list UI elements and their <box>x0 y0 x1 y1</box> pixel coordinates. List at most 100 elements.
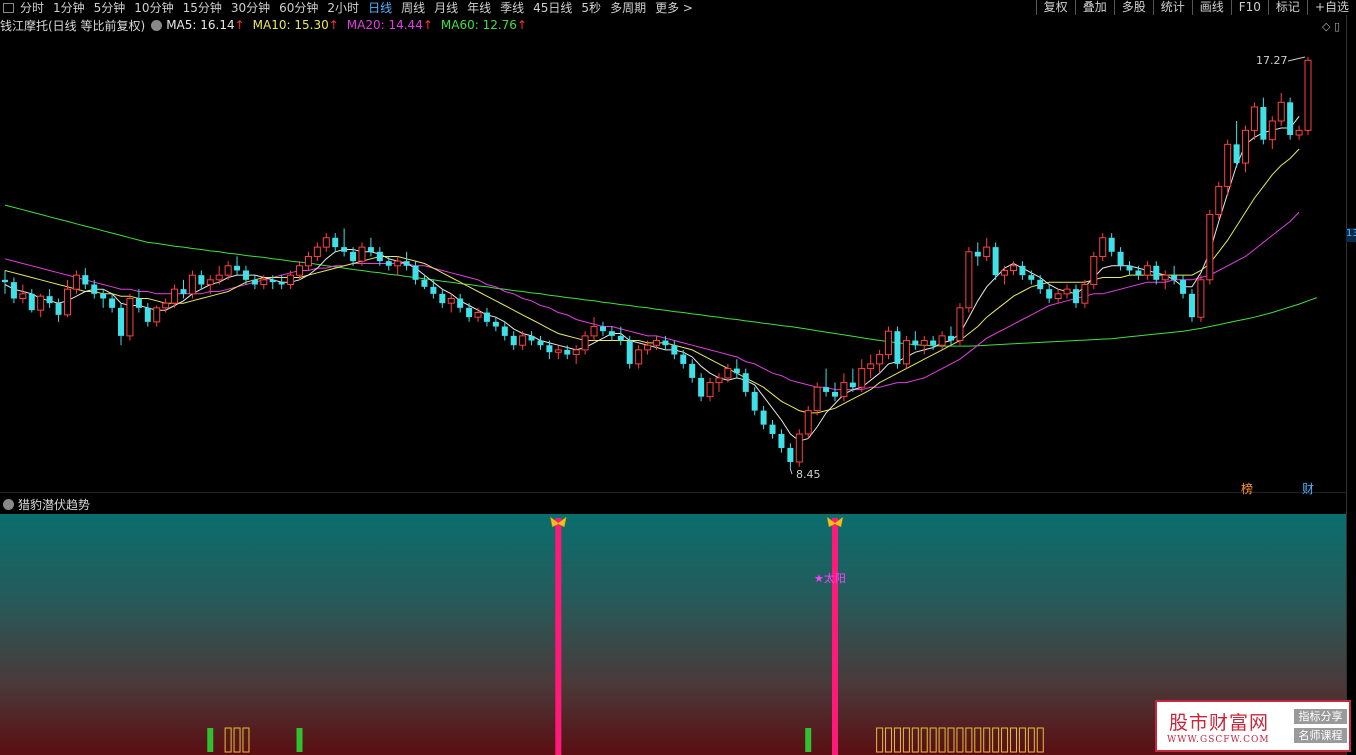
candle-body <box>278 282 285 285</box>
candle-body <box>55 303 62 315</box>
rank-badge[interactable]: 榜 <box>1241 480 1253 497</box>
signal-bar <box>831 518 838 755</box>
toolbar-button-5[interactable]: F10 <box>1230 0 1268 15</box>
candle-body <box>617 335 624 341</box>
candlestick-chart[interactable] <box>0 33 1346 497</box>
tab-period-16[interactable]: 更多 > <box>655 0 693 16</box>
tab-period-2[interactable]: 5分钟 <box>94 0 126 16</box>
candle-body <box>1019 265 1026 276</box>
candle-body <box>849 382 856 388</box>
candle-body <box>46 296 53 304</box>
toolbar-button-4[interactable]: 画线 <box>1191 0 1231 15</box>
candle-body <box>867 363 875 370</box>
tab-period-6[interactable]: 60分钟 <box>279 0 318 16</box>
indicator-panel[interactable]: ★太阳 <box>0 514 1346 755</box>
candle-body <box>885 330 893 356</box>
candle-body <box>840 382 848 398</box>
tab-period-1[interactable]: 1分钟 <box>53 0 85 16</box>
candle-body <box>733 368 740 374</box>
candle-body <box>251 279 258 285</box>
tab-period-5[interactable]: 30分钟 <box>231 0 270 16</box>
window-icon[interactable] <box>3 2 14 13</box>
toolbar-button-1[interactable]: 叠加 <box>1074 0 1114 15</box>
candle-body <box>983 246 991 257</box>
tab-period-4[interactable]: 15分钟 <box>183 0 222 16</box>
toolbar-right-buttons: 复权 叠加 多股 统计 画线 F10 标记 +自选 <box>1035 0 1356 15</box>
toolbar-button-7[interactable]: +自选 <box>1306 0 1356 15</box>
candle-body <box>1233 144 1240 164</box>
tab-period-7[interactable]: 2小时 <box>327 0 359 16</box>
candle-body <box>537 340 544 346</box>
candle-body <box>823 387 830 392</box>
dropdown-circle-icon[interactable] <box>3 498 14 510</box>
candle-body <box>144 307 151 322</box>
tab-period-12[interactable]: 季线 <box>500 0 524 16</box>
candle-body <box>1001 269 1009 276</box>
candle-body <box>1126 265 1133 271</box>
candle-body <box>1099 237 1107 257</box>
candle-body <box>1188 293 1195 318</box>
yellow-box <box>893 727 901 753</box>
candle-body <box>1063 288 1071 295</box>
candle-body <box>1046 289 1053 299</box>
candle-body <box>1295 129 1303 136</box>
watermark-tag-share: 指标分享 <box>1294 709 1347 724</box>
yellow-box <box>911 727 919 753</box>
yellow-box <box>1009 727 1017 753</box>
candle-body <box>1108 237 1115 252</box>
window-toggle-icon[interactable]: ▯ <box>1334 20 1340 33</box>
yellow-box <box>929 727 937 753</box>
diamond-icon[interactable]: ◇ <box>1322 20 1330 33</box>
candle-body <box>1153 265 1160 280</box>
candle-body <box>206 279 214 285</box>
candle-body <box>965 251 973 309</box>
candle-body <box>706 382 714 398</box>
candle-body <box>1090 255 1098 285</box>
yellow-box <box>876 727 884 753</box>
candle-body <box>198 275 205 285</box>
candle-body <box>457 298 464 308</box>
candle-body <box>224 265 232 276</box>
tab-period-11[interactable]: 年线 <box>467 0 491 16</box>
finance-badge[interactable]: 财 <box>1302 480 1314 497</box>
candle-body <box>82 275 89 285</box>
candle-body <box>546 345 553 353</box>
candle-body <box>474 312 482 318</box>
candle-body <box>63 288 71 316</box>
candle-body <box>304 255 312 267</box>
stock-title: 钱江摩托(日线 等比前复权) <box>0 18 146 33</box>
toolbar-button-2[interactable]: 多股 <box>1113 0 1153 15</box>
tab-period-0[interactable]: 分时 <box>20 0 44 16</box>
candle-body <box>1054 293 1062 300</box>
yellow-box <box>920 727 928 753</box>
candle-body <box>1143 265 1151 276</box>
yellow-box <box>956 727 964 753</box>
sub-indicator-header: 猎豹潜伏趋势 <box>0 495 90 513</box>
tab-period-13[interactable]: 45日线 <box>533 0 572 16</box>
candle-body <box>572 349 580 356</box>
tab-period-8[interactable]: 日线 <box>368 0 392 16</box>
tab-period-9[interactable]: 周线 <box>401 0 425 16</box>
toolbar-button-3[interactable]: 统计 <box>1152 0 1192 15</box>
toolbar-button-6[interactable]: 标记 <box>1267 0 1307 15</box>
candle-body <box>1028 275 1035 280</box>
tab-period-10[interactable]: 月线 <box>434 0 458 16</box>
candle-body <box>689 363 696 378</box>
ma-legend-item-2: MA20: 14.44↑ <box>346 18 433 32</box>
candle-body <box>1224 143 1232 187</box>
kline-svg[interactable] <box>0 33 1346 494</box>
tab-period-3[interactable]: 10分钟 <box>134 0 173 16</box>
candle-body <box>1206 213 1214 281</box>
candle-body <box>126 298 134 337</box>
candle-body <box>948 335 955 341</box>
toolbar-button-0[interactable]: 复权 <box>1035 0 1075 15</box>
tab-period-14[interactable]: 5秒 <box>581 0 601 16</box>
candle-body <box>1242 129 1250 164</box>
candle-body <box>296 265 304 276</box>
candle-body <box>430 286 437 294</box>
candle-body <box>671 345 678 355</box>
dropdown-circle-icon[interactable] <box>151 19 163 31</box>
candle-body <box>751 391 758 411</box>
tab-period-15[interactable]: 多周期 <box>610 0 646 16</box>
candle-body <box>188 274 196 295</box>
